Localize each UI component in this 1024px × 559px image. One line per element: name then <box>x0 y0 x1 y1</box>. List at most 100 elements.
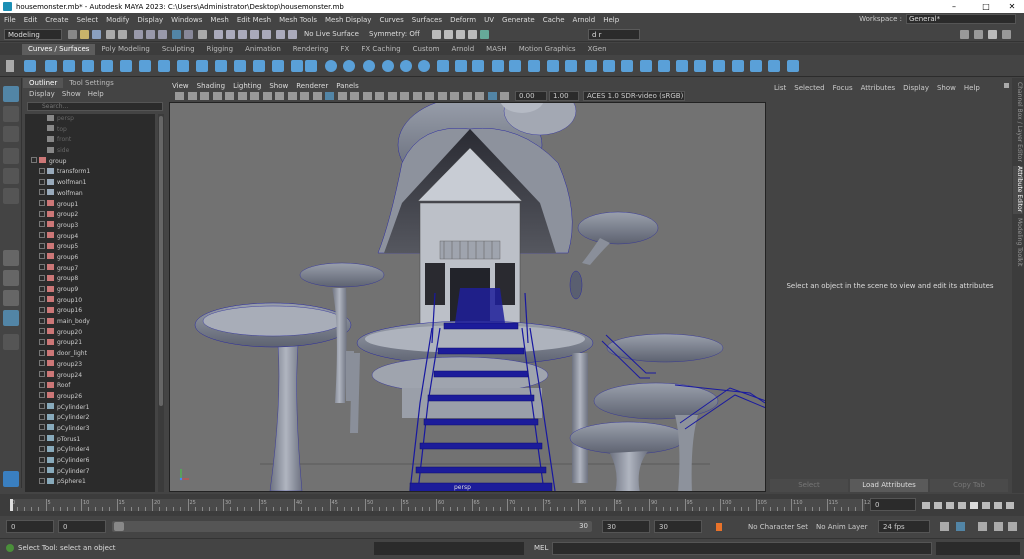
snap-point-icon[interactable] <box>238 30 247 39</box>
outliner-item[interactable]: group5 <box>25 242 155 253</box>
expand-toggle-icon[interactable] <box>39 328 45 335</box>
script-language-label[interactable]: MEL <box>534 544 548 552</box>
fps-dropdown[interactable]: 24 fps <box>878 520 930 533</box>
redo-icon[interactable] <box>118 30 127 39</box>
hypershade-icon[interactable] <box>468 30 477 39</box>
outliner-item[interactable]: group26 <box>25 392 155 403</box>
workspace-dropdown[interactable]: General* <box>906 14 1016 24</box>
expand-toggle-icon[interactable] <box>39 200 45 206</box>
viewport-3d[interactable]: persp <box>169 102 766 492</box>
menu-mesh-display[interactable]: Mesh Display <box>325 16 371 24</box>
animation-start-field[interactable]: 0 <box>6 520 54 533</box>
outliner-item[interactable]: door_light <box>25 349 155 360</box>
expand-toggle-icon[interactable] <box>39 435 45 442</box>
cylinder-icon[interactable] <box>363 60 375 72</box>
arc-icon[interactable] <box>120 60 132 72</box>
save-scene-icon[interactable] <box>92 30 101 39</box>
loft-icon[interactable] <box>455 60 467 72</box>
expand-toggle-icon[interactable] <box>39 242 45 249</box>
step-forward-key-icon[interactable] <box>994 502 1002 509</box>
torus-icon[interactable] <box>418 60 430 72</box>
outliner-item[interactable]: pCylinder7 <box>25 467 155 478</box>
lasso-tool-icon[interactable] <box>3 106 19 122</box>
outliner-item[interactable]: group4 <box>25 232 155 243</box>
expand-toggle-icon[interactable] <box>39 477 45 484</box>
step-back-key-icon[interactable] <box>934 502 942 509</box>
expand-toggle-icon[interactable] <box>39 317 45 324</box>
expand-toggle-icon[interactable] <box>39 392 45 399</box>
viewport-menu-shading[interactable]: Shading <box>197 81 225 91</box>
expand-toggle-icon[interactable] <box>39 371 45 377</box>
outliner-item[interactable]: group20 <box>25 328 155 339</box>
expand-toggle-icon[interactable] <box>39 274 45 281</box>
exposure-field[interactable]: 0.00 <box>515 91 547 101</box>
insert-isoparm-icon[interactable] <box>713 60 725 72</box>
toggle-toolsettings-icon[interactable] <box>1002 30 1011 39</box>
persp-outliner-layout-icon[interactable] <box>3 290 19 306</box>
outliner-item[interactable]: group1 <box>25 200 155 211</box>
move-tool-icon[interactable] <box>3 148 19 164</box>
birail-icon[interactable] <box>509 60 521 72</box>
resolution-gate-icon[interactable] <box>250 92 259 100</box>
menu-display[interactable]: Display <box>137 16 163 24</box>
revolve-icon[interactable] <box>437 60 449 72</box>
expand-toggle-icon[interactable] <box>39 296 45 303</box>
anim-layer-dropdown[interactable]: No Anim Layer <box>816 523 867 531</box>
current-frame-field[interactable]: 0 <box>870 498 916 511</box>
camera-name-field[interactable]: d r <box>588 29 640 40</box>
shaded-wireframe-icon[interactable] <box>487 92 497 100</box>
outliner-item[interactable]: group23 <box>25 360 155 371</box>
add-points-icon[interactable] <box>272 60 284 72</box>
bevel-plus-icon[interactable] <box>565 60 577 72</box>
render-icon[interactable] <box>432 30 441 39</box>
expand-toggle-icon[interactable] <box>39 306 45 313</box>
pin-icon[interactable] <box>1004 83 1009 88</box>
go-to-start-icon[interactable] <box>922 502 930 509</box>
xray-joints-icon[interactable] <box>462 92 472 100</box>
untrim-icon[interactable] <box>640 60 652 72</box>
outliner-scrollbar[interactable] <box>158 114 164 492</box>
shelf-tab-fx[interactable]: FX <box>335 44 356 55</box>
close-button[interactable]: ✕ <box>1002 0 1022 13</box>
key-ticks-icon[interactable] <box>956 522 965 531</box>
outliner-item[interactable]: group2 <box>25 210 155 221</box>
expand-toggle-icon[interactable] <box>39 349 45 356</box>
outliner-search-input[interactable]: Search... <box>27 102 163 111</box>
tab-attribute-editor[interactable]: Attribute Editor <box>1013 166 1023 214</box>
outliner-item[interactable]: side <box>25 146 155 157</box>
menu-windows[interactable]: Windows <box>171 16 202 24</box>
tab-modeling-toolkit[interactable]: Modeling Toolkit <box>1013 218 1023 278</box>
preferences-icon[interactable] <box>1008 522 1017 531</box>
default-material-icon[interactable] <box>337 92 347 100</box>
lock-selection-icon[interactable] <box>198 30 207 39</box>
new-scene-icon[interactable] <box>68 30 77 39</box>
expand-toggle-icon[interactable] <box>39 413 45 420</box>
outliner-item[interactable]: group3 <box>25 221 155 232</box>
expand-toggle-icon[interactable] <box>39 232 45 239</box>
color-management-icon[interactable] <box>500 92 509 100</box>
curve-cv-icon[interactable] <box>63 60 75 72</box>
expand-toggle-icon[interactable] <box>39 253 45 260</box>
ambient-occlusion-icon[interactable] <box>387 92 397 100</box>
outliner-item[interactable]: group10 <box>25 296 155 307</box>
xray-icon[interactable] <box>450 92 459 100</box>
toggle-channelbox-icon[interactable] <box>988 30 997 39</box>
square-surface-icon[interactable] <box>547 60 559 72</box>
outliner-menu-display[interactable]: Display <box>29 89 55 99</box>
load-attributes-button[interactable]: Load Attributes <box>850 479 928 492</box>
detach-surface-icon[interactable] <box>676 60 688 72</box>
outliner-item[interactable]: pCylinder2 <box>25 413 155 424</box>
attribute-menu-list[interactable]: List <box>774 84 786 93</box>
outliner-item[interactable]: group16 <box>25 306 155 317</box>
extend-curve-icon[interactable] <box>215 60 227 72</box>
outliner-item[interactable]: Roof <box>25 381 155 392</box>
snap-live-icon[interactable] <box>262 30 271 39</box>
outliner-item[interactable]: front <box>25 135 155 146</box>
attribute-menu-attributes[interactable]: Attributes <box>861 84 896 93</box>
image-plane-icon[interactable] <box>212 92 222 100</box>
surface-editing-icon[interactable] <box>787 60 799 72</box>
project-curve-icon[interactable] <box>585 60 597 72</box>
step-back-frame-icon[interactable] <box>946 502 954 509</box>
outliner-item[interactable]: main_body <box>25 317 155 328</box>
detach-curves-icon[interactable] <box>177 60 189 72</box>
